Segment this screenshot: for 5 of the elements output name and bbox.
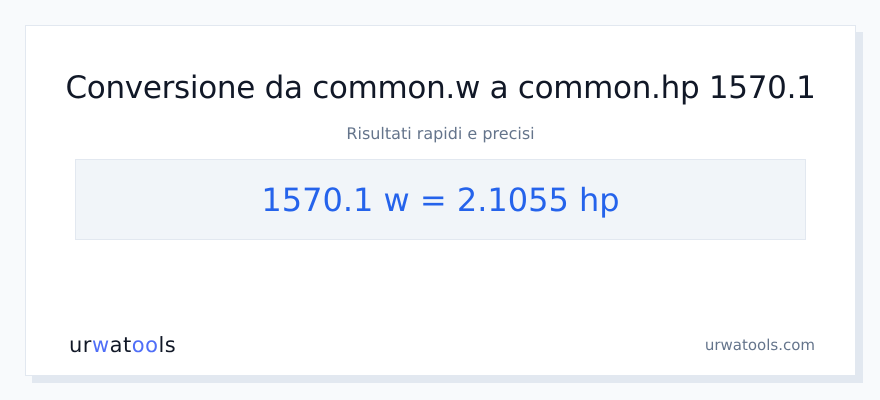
site-url: urwatools.com — [704, 336, 815, 354]
result-panel: 1570.1 w = 2.1055 hp — [75, 159, 806, 240]
logo: urwatools — [69, 333, 176, 357]
page-title: Conversione da common.w a common.hp 1570.1 — [65, 70, 816, 106]
subtitle: Risultati rapidi e precisi — [346, 124, 535, 143]
